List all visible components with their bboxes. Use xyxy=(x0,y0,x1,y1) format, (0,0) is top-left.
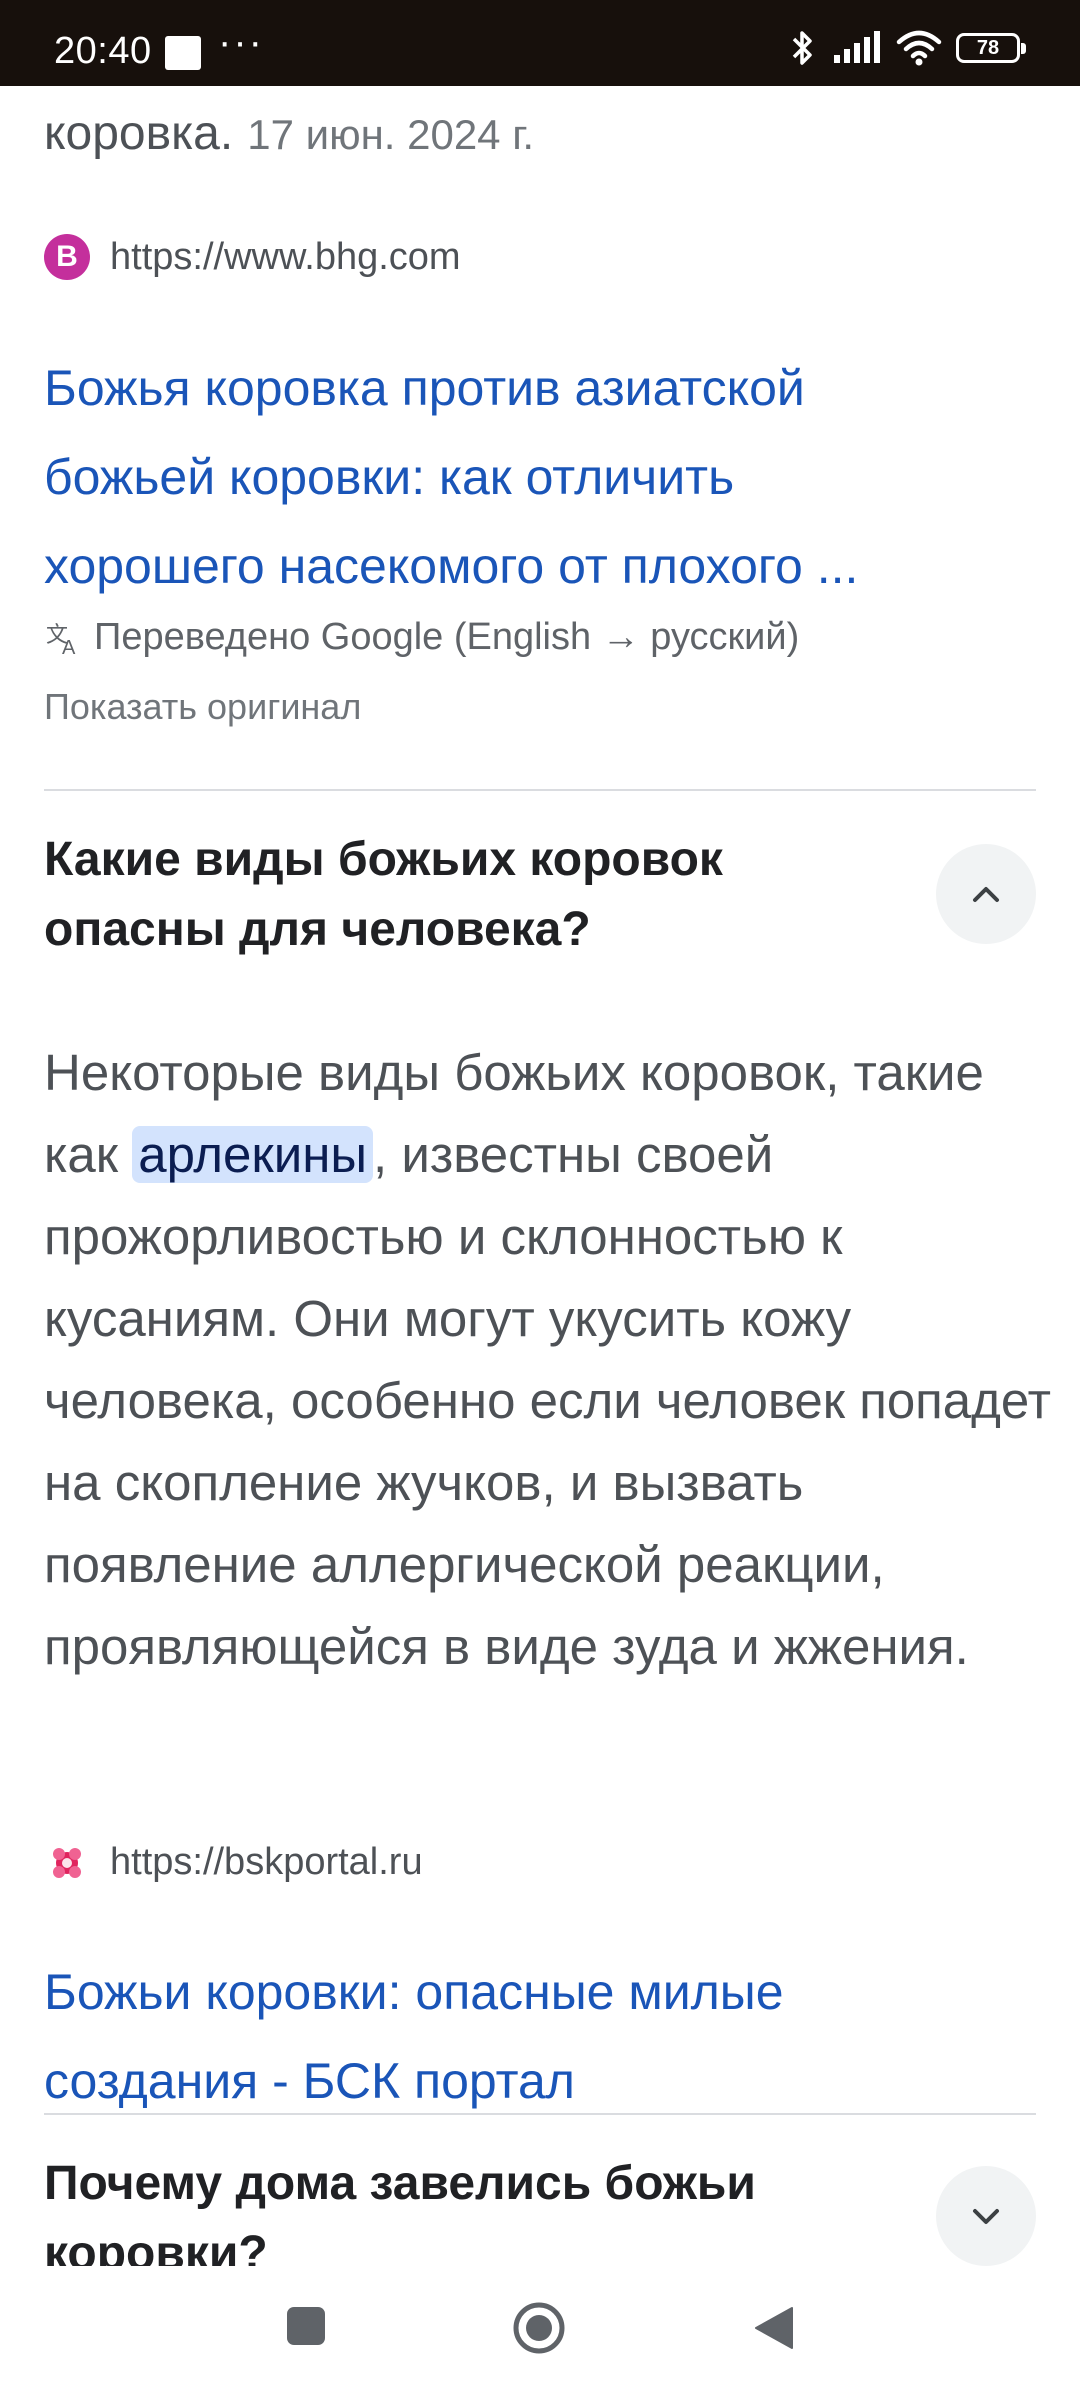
divider xyxy=(44,789,1036,791)
result-url: https://www.bhg.com xyxy=(110,235,461,278)
battery-icon: 78 xyxy=(956,33,1026,63)
faq-question[interactable]: Почему дома завелись божьи коровки? xyxy=(44,2149,904,2266)
snippet-text: коровка. xyxy=(44,107,234,160)
title-line: божьей коровки: как отличить xyxy=(44,449,735,505)
result-source-bskportal[interactable]: https://bskportal.ru xyxy=(44,1839,423,1885)
notification-icon xyxy=(165,36,201,70)
show-original-link[interactable]: Показать оригинал xyxy=(44,686,361,728)
divider xyxy=(44,2113,1036,2115)
signal-icon xyxy=(834,31,880,63)
chevron-down-icon xyxy=(973,2209,999,2224)
result-title-link-bskportal[interactable]: Божьи коровки: опасные милые создания - … xyxy=(44,1948,1034,2126)
result-title-link-bhg[interactable]: Божья коровка против азиатской божьей ко… xyxy=(44,344,1034,611)
translated-note: 文 A Переведено Google (English → русский… xyxy=(44,616,799,659)
status-bar: 20:40 ··· 78 xyxy=(0,0,1080,86)
home-icon[interactable] xyxy=(511,2300,567,2356)
battery-level: 78 xyxy=(976,36,1000,59)
snippet-date: 17 июн. 2024 г. xyxy=(247,111,535,158)
previous-snippet-tail: коровка. 17 июн. 2024 г. xyxy=(44,106,534,161)
status-icons: 78 xyxy=(788,28,1026,68)
search-results: коровка. 17 июн. 2024 г. B https://www.bh… xyxy=(0,86,1080,2266)
title-line: Божья коровка против азиатской xyxy=(44,360,805,416)
more-notifications-icon: ··· xyxy=(218,20,264,64)
navigation-bar xyxy=(0,2266,1080,2400)
result-url: https://bskportal.ru xyxy=(110,1840,423,1883)
faq-answer: Некоторые виды божьих коровок, такие как… xyxy=(44,1032,1054,1688)
svg-text:A: A xyxy=(62,637,76,658)
collapse-button[interactable] xyxy=(936,844,1036,944)
wifi-icon xyxy=(896,30,942,66)
translate-icon: 文 A xyxy=(46,622,76,658)
status-time: 20:40 xyxy=(54,30,152,72)
title-line: Божьи коровки: опасные милые xyxy=(44,1964,784,2020)
back-icon[interactable] xyxy=(752,2304,796,2352)
recents-icon[interactable] xyxy=(284,2304,328,2348)
result-source-bhg[interactable]: B https://www.bhg.com xyxy=(44,234,461,280)
expand-button[interactable] xyxy=(936,2166,1036,2266)
bluetooth-icon xyxy=(792,31,812,65)
faq-question[interactable]: Какие виды божьих коровок опасны для чел… xyxy=(44,825,904,965)
bskportal-favicon-icon xyxy=(53,1848,81,1878)
chevron-up-icon xyxy=(973,887,999,902)
translated-text: Переведено Google (English → русский) xyxy=(94,616,800,658)
answer-text: , известны своей прожорливостью и склонн… xyxy=(44,1126,1051,1675)
highlighted-term: арлекины xyxy=(132,1126,374,1183)
title-line: хорошего насекомого от плохого ... xyxy=(44,538,859,594)
bhg-favicon-icon: B xyxy=(44,234,90,280)
